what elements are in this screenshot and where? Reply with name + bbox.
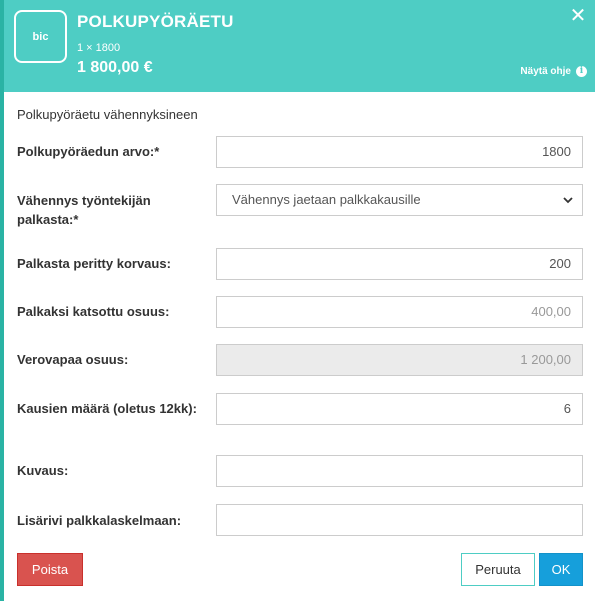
ok-button[interactable]: OK	[539, 553, 583, 586]
close-icon[interactable]: ✕	[569, 6, 587, 26]
bike-value-input[interactable]: 1800	[216, 136, 583, 168]
description-label: Kuvaus:	[17, 463, 69, 478]
bicycle-logo: bic	[14, 10, 67, 63]
chevron-down-icon	[563, 197, 573, 204]
description-input[interactable]	[216, 455, 583, 487]
logo-text: bic	[32, 30, 49, 43]
salary-share-field: 400,00	[216, 296, 583, 328]
deduction-selected: Vähennys jaetaan palkkakausille	[232, 192, 421, 207]
salary-share-label: Palkaksi katsottu osuus:	[17, 304, 170, 319]
periods-label: Kausien määrä (oletus 12kk):	[17, 401, 197, 416]
dialog-header: bic POLKUPYÖRÄETU 1 × 1800 1 800,00 € ✕ …	[4, 0, 595, 92]
payslip-row-label: Lisärivi palkkalaskelmaan:	[17, 513, 182, 528]
cancel-button[interactable]: Peruuta	[461, 553, 535, 586]
salary-compensation-label: Palkasta peritty korvaus:	[17, 256, 171, 271]
payslip-row-input[interactable]	[216, 504, 583, 536]
taxfree-share-field: 1 200,00	[216, 344, 583, 376]
deduction-select[interactable]: Vähennys jaetaan palkkakausille	[216, 184, 583, 216]
info-circle-icon: i	[576, 66, 587, 77]
deduction-label: Vähennys työntekijän palkasta:*	[17, 193, 151, 227]
help-label: Näytä ohje	[520, 66, 571, 77]
help-link[interactable]: Näytä ohje i	[520, 66, 587, 77]
periods-input[interactable]: 6	[216, 393, 583, 425]
salary-compensation-input[interactable]: 200	[216, 248, 583, 280]
taxfree-share-label: Verovapaa osuus:	[17, 352, 129, 367]
benefit-dialog: bic POLKUPYÖRÄETU 1 × 1800 1 800,00 € ✕ …	[4, 0, 595, 601]
total-price: 1 800,00 €	[77, 59, 153, 76]
delete-button[interactable]: Poista	[17, 553, 83, 586]
bike-value-label: Polkupyöräedun arvo:*	[17, 144, 160, 159]
quantity-line: 1 × 1800	[77, 42, 121, 54]
section-title: Polkupyöräetu vähennyksineen	[17, 107, 198, 122]
dialog-title: POLKUPYÖRÄETU	[77, 12, 234, 31]
